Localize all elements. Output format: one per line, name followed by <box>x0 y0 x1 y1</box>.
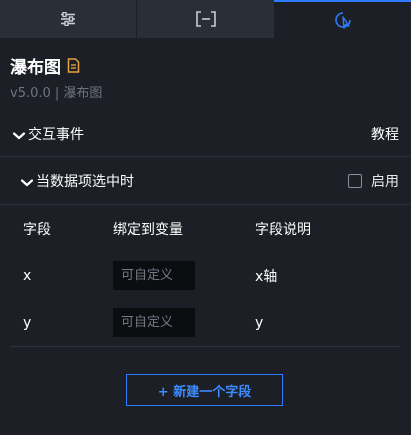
component-title: 瀑布图 <box>10 57 61 78</box>
variable-input[interactable] <box>113 261 195 290</box>
enable-label: 启用 <box>371 173 399 190</box>
variable-input[interactable] <box>113 308 195 337</box>
column-header-variable: 绑定到变量 <box>113 222 183 238</box>
chevron-down-icon <box>12 129 26 140</box>
field-description: y <box>255 314 264 331</box>
interaction-section-label: 交互事件 <box>28 127 84 143</box>
add-field-button[interactable]: + 新建一个字段 <box>126 374 283 406</box>
chevron-down-icon <box>20 176 34 186</box>
tab-style[interactable] <box>0 0 137 38</box>
document-icon[interactable] <box>67 57 80 73</box>
field-description: x轴 <box>255 268 278 285</box>
event-label: 当数据项选中时 <box>36 173 134 190</box>
tab-data[interactable] <box>137 0 274 38</box>
tab-interaction[interactable] <box>274 0 411 38</box>
enable-checkbox[interactable] <box>348 173 362 188</box>
component-header: 瀑布图 <box>10 53 80 78</box>
table-header-row: 字段 绑定到变量 字段说明 <box>10 206 400 252</box>
table-row: y y <box>10 299 400 347</box>
sliders-icon <box>60 12 76 26</box>
field-table: 字段 绑定到变量 字段说明 x x轴 y y <box>10 206 400 347</box>
column-header-description: 字段说明 <box>255 222 311 238</box>
column-header-field: 字段 <box>23 222 51 238</box>
field-name: y <box>23 314 32 331</box>
interaction-icon <box>334 11 352 29</box>
table-row: x x轴 <box>10 252 400 299</box>
event-item-selected[interactable]: 当数据项选中时 启用 <box>0 157 411 205</box>
component-version: v5.0.0 | 瀑布图 <box>10 86 103 101</box>
variable-cell <box>113 299 195 346</box>
bracket-frame-icon <box>195 11 216 27</box>
field-name: x <box>23 267 32 284</box>
tutorial-link[interactable]: 教程 <box>371 124 399 144</box>
panel-tab-bar <box>0 0 411 38</box>
variable-cell <box>113 252 195 299</box>
interaction-section-header[interactable]: 交互事件 教程 <box>0 112 411 157</box>
